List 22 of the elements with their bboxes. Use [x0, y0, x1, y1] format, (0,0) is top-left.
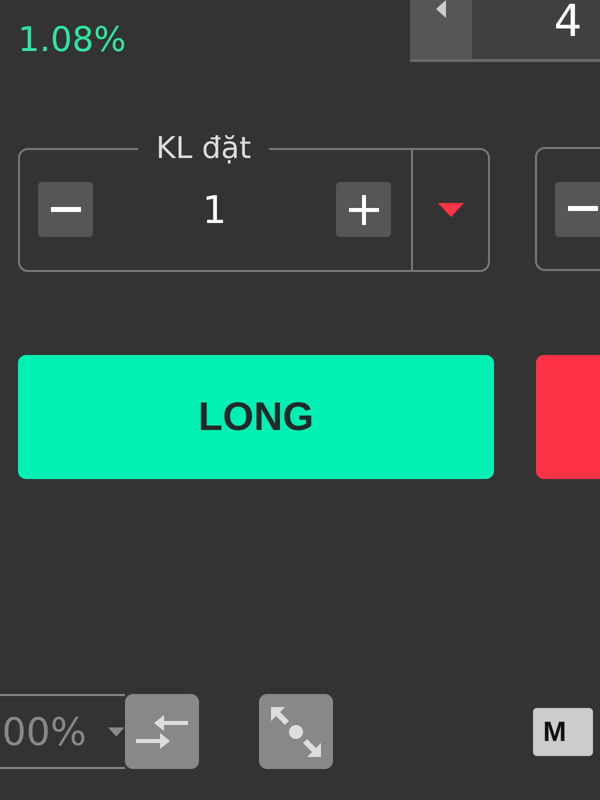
minus-button[interactable] — [38, 182, 93, 237]
quantity-label: KL đặt — [155, 132, 252, 166]
mode-badge: M — [533, 708, 593, 756]
minus-icon — [568, 206, 598, 212]
long-button[interactable]: LONG — [18, 355, 494, 479]
quantity-value: 1 — [201, 188, 228, 232]
plus-icon — [348, 194, 378, 224]
swap-button[interactable] — [125, 694, 199, 769]
caret-left-icon — [436, 0, 446, 18]
caret-down-icon — [438, 202, 464, 216]
expand-icon — [269, 704, 323, 758]
quantity-stepper[interactable]: KL đặt 1 — [18, 132, 490, 272]
plus-button[interactable] — [336, 182, 391, 237]
caret-down-icon — [108, 726, 125, 736]
decrease-button[interactable] — [410, 0, 472, 59]
stepper-value: 4 — [554, 0, 582, 49]
top-stepper[interactable]: 4 — [410, 0, 600, 62]
minus-button[interactable] — [555, 182, 600, 236]
leverage-value: 00% — [2, 710, 86, 754]
expand-button[interactable] — [259, 694, 333, 769]
change-percent: 1.08% — [17, 20, 128, 62]
minus-icon — [50, 206, 80, 212]
